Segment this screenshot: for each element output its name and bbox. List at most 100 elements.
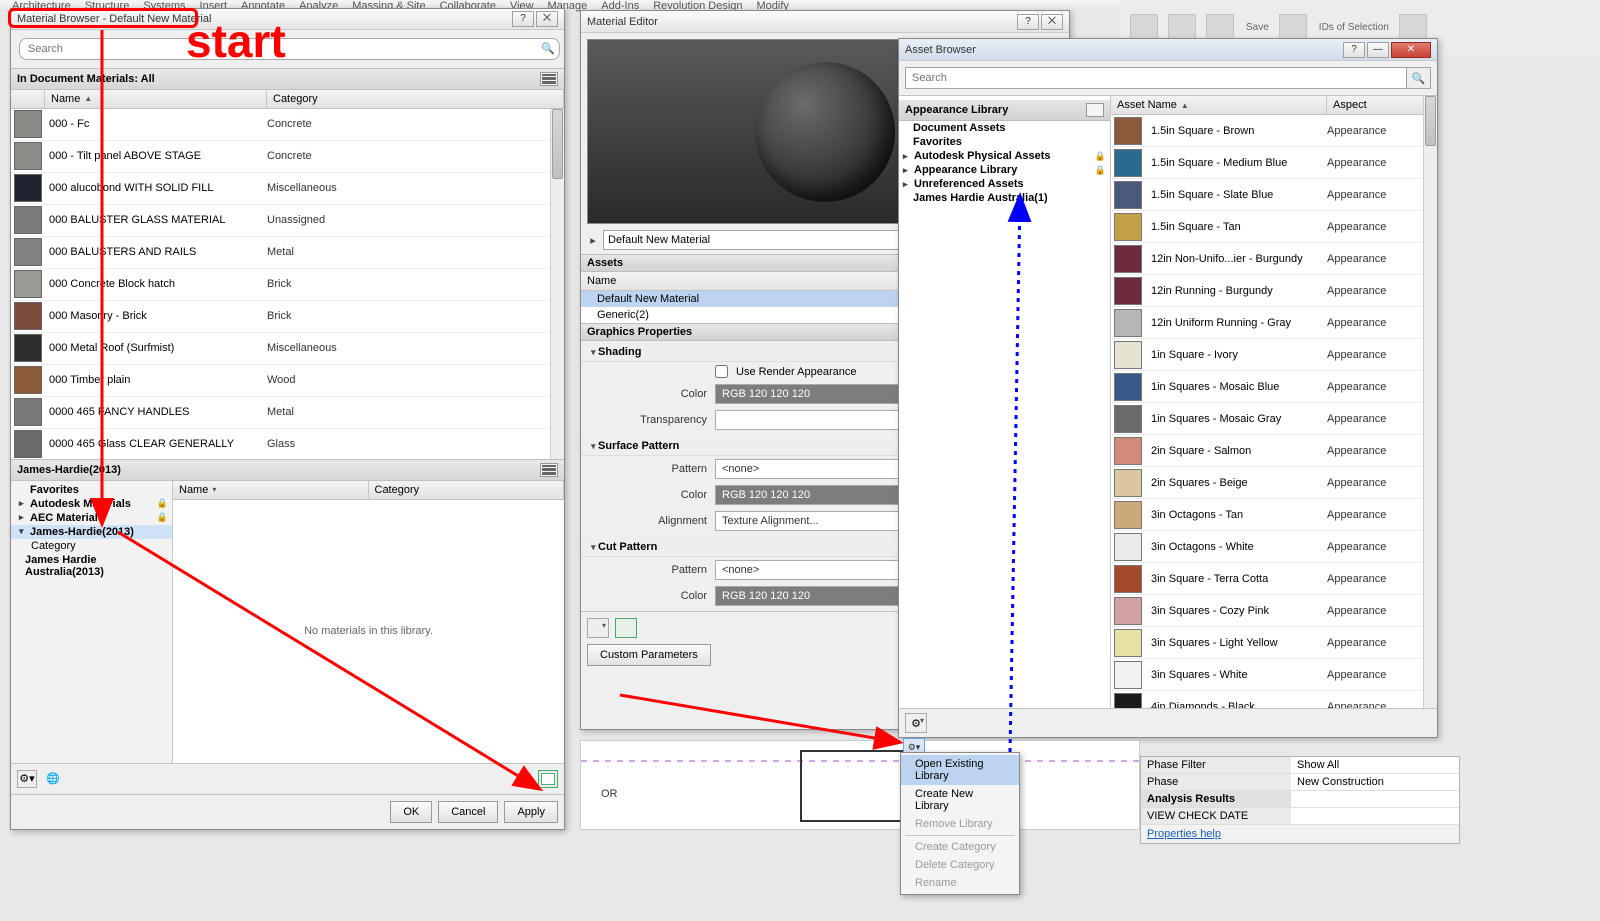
expand-icon[interactable]: ▸	[587, 234, 599, 247]
custom-parameters-button[interactable]: Custom Parameters	[587, 644, 711, 666]
asset-row[interactable]: 3in Octagons - WhiteAppearance	[1111, 531, 1437, 563]
help-button[interactable]: ?	[1343, 42, 1365, 58]
use-render-appearance-checkbox[interactable]	[715, 365, 728, 378]
material-row[interactable]: 0000 465 Glass CLEAR GENERALLYGlass	[11, 429, 564, 459]
material-row[interactable]: 000 BALUSTERS AND RAILSMetal	[11, 237, 564, 269]
asset-row[interactable]: 3in Octagons - TanAppearance	[1111, 499, 1437, 531]
asset-row[interactable]: 3in Square - Terra CottaAppearance	[1111, 563, 1437, 595]
minimize-button[interactable]: —	[1367, 42, 1389, 58]
search-icon[interactable]: 🔍	[540, 38, 556, 60]
tree-favorites[interactable]: Favorites	[899, 135, 1110, 149]
asset-name-column[interactable]: Asset Name▲	[1111, 96, 1327, 114]
preview-sphere	[755, 62, 895, 202]
asset-row[interactable]: 12in Non-Unifo...ier - BurgundyAppearanc…	[1111, 243, 1437, 275]
scrollbar[interactable]	[1423, 96, 1437, 708]
tree-james-hardie[interactable]: ▾James-Hardie(2013)	[11, 525, 172, 539]
close-button[interactable]: ⨉	[1041, 14, 1063, 30]
close-button[interactable]: ⨉	[536, 11, 558, 27]
asset-browser-titlebar[interactable]: Asset Browser ? — ✕	[899, 39, 1437, 61]
material-row[interactable]: 000 - FcConcrete	[11, 109, 564, 141]
asset-row[interactable]: 1in Square - IvoryAppearance	[1111, 339, 1437, 371]
asset-aspect: Appearance	[1327, 445, 1437, 457]
drawing-canvas[interactable]: OR	[580, 740, 1140, 830]
open-asset-browser-icon[interactable]	[615, 618, 637, 638]
asset-row[interactable]: 2in Square - SalmonAppearance	[1111, 435, 1437, 467]
search-input[interactable]	[19, 38, 560, 60]
swatch-column[interactable]	[11, 90, 45, 108]
view-mode-button[interactable]	[1086, 103, 1104, 117]
material-row[interactable]: 000 Metal Roof (Surfmist)Miscellaneous	[11, 333, 564, 365]
aspect-column[interactable]: Aspect	[1327, 96, 1437, 114]
lib-category-column[interactable]: Category	[369, 481, 565, 499]
save-label[interactable]: Save	[1246, 22, 1269, 33]
material-list[interactable]: 000 - FcConcrete000 - Tilt panel ABOVE S…	[11, 109, 564, 459]
scroll-thumb[interactable]	[1425, 96, 1436, 146]
asset-row[interactable]: 1.5in Square - TanAppearance	[1111, 211, 1437, 243]
ids-label[interactable]: IDs of Selection	[1319, 22, 1389, 33]
tree-category[interactable]: Category	[11, 539, 172, 553]
material-row[interactable]: 0000 465 FANCY HANDLESMetal	[11, 397, 564, 429]
view-mode-button[interactable]	[540, 72, 558, 86]
menu-delete-category: Delete Category	[901, 856, 1019, 874]
material-editor-title: Material Editor	[587, 16, 1015, 28]
apply-button[interactable]: Apply	[504, 801, 558, 823]
material-row[interactable]: 000 Concrete Block hatchBrick	[11, 269, 564, 301]
open-library-icon[interactable]	[538, 770, 558, 788]
asset-row[interactable]: 12in Running - BurgundyAppearance	[1111, 275, 1437, 307]
tree-james-hardie-australia[interactable]: James Hardie Australia(2013)	[11, 553, 172, 579]
asset-row[interactable]: 1in Squares - Mosaic BlueAppearance	[1111, 371, 1437, 403]
asset-row[interactable]: 4in Diamonds - BlackAppearance	[1111, 691, 1437, 708]
asset-library-tree[interactable]: Appearance Library Document Assets Favor…	[899, 96, 1111, 708]
menu-create-new-library[interactable]: Create New Library	[901, 785, 1019, 815]
tree-autodesk-physical[interactable]: ▸Autodesk Physical Assets🔒	[899, 149, 1110, 163]
tree-unreferenced[interactable]: ▸Unreferenced Assets	[899, 177, 1110, 191]
new-material-icon[interactable]	[587, 618, 609, 638]
search-icon[interactable]: 🔍	[1407, 67, 1431, 89]
view-mode-button[interactable]	[540, 463, 558, 477]
asset-row[interactable]: 1.5in Square - BrownAppearance	[1111, 115, 1437, 147]
help-button[interactable]: ?	[1017, 14, 1039, 30]
tree-autodesk-materials[interactable]: ▸Autodesk Materials🔒	[11, 497, 172, 511]
menu-separator	[905, 835, 1015, 836]
material-row[interactable]: 000 - Tilt panel ABOVE STAGEConcrete	[11, 141, 564, 173]
close-button[interactable]: ✕	[1391, 42, 1431, 58]
asset-row[interactable]: 1in Squares - Mosaic GrayAppearance	[1111, 403, 1437, 435]
asset-row[interactable]: 1.5in Square - Medium BlueAppearance	[1111, 147, 1437, 179]
name-column[interactable]: Name▲	[45, 90, 267, 108]
scroll-thumb[interactable]	[552, 109, 563, 179]
tree-favorites[interactable]: Favorites	[11, 483, 172, 497]
ok-button[interactable]: OK	[390, 801, 432, 823]
asset-row[interactable]: 12in Uniform Running - GrayAppearance	[1111, 307, 1437, 339]
material-row[interactable]: 000 Timber plainWood	[11, 365, 564, 397]
asset-row[interactable]: 1.5in Square - Slate BlueAppearance	[1111, 179, 1437, 211]
menu-open-existing-library[interactable]: Open Existing Library	[901, 755, 1019, 785]
properties-help-link[interactable]: Properties help	[1141, 825, 1459, 843]
lib-name-column[interactable]: Name▾	[173, 481, 369, 499]
material-row[interactable]: 000 alucobond WITH SOLID FILLMiscellaneo…	[11, 173, 564, 205]
tree-james-hardie-australia[interactable]: James Hardie Australia(1)	[899, 191, 1110, 205]
tree-appearance-library[interactable]: ▸Appearance Library🔒	[899, 163, 1110, 177]
material-browser-titlebar[interactable]: Material Browser - Default New Material …	[11, 9, 564, 30]
gear-icon[interactable]: ⚙▾	[17, 770, 37, 788]
asset-aspect: Appearance	[1327, 317, 1437, 329]
library-gear-icon[interactable]: ⚙	[905, 713, 927, 733]
tree-document-assets[interactable]: Document Assets	[899, 121, 1110, 135]
cancel-button[interactable]: Cancel	[438, 801, 498, 823]
material-editor-titlebar[interactable]: Material Editor ? ⨉	[581, 11, 1069, 33]
material-swatch	[14, 174, 42, 202]
library-tree[interactable]: Favorites ▸Autodesk Materials🔒 ▸AEC Mate…	[11, 481, 173, 763]
tree-aec-materials[interactable]: ▸AEC Materials🔒	[11, 511, 172, 525]
material-row[interactable]: 000 BALUSTER GLASS MATERIALUnassigned	[11, 205, 564, 237]
material-name: 000 alucobond WITH SOLID FILL	[45, 182, 267, 194]
material-row[interactable]: 000 Masonry - BrickBrick	[11, 301, 564, 333]
asset-row[interactable]: 3in Squares - Cozy PinkAppearance	[1111, 595, 1437, 627]
asset-row[interactable]: 3in Squares - Light YellowAppearance	[1111, 627, 1437, 659]
search-input[interactable]	[905, 67, 1407, 89]
asset-row[interactable]: 2in Squares - BeigeAppearance	[1111, 467, 1437, 499]
asset-row[interactable]: 3in Squares - WhiteAppearance	[1111, 659, 1437, 691]
category-column[interactable]: Category	[267, 90, 564, 108]
help-button[interactable]: ?	[512, 11, 534, 27]
asset-swatch	[1114, 501, 1142, 529]
scrollbar[interactable]	[550, 109, 564, 459]
globe-icon[interactable]: 🌐	[43, 770, 63, 788]
